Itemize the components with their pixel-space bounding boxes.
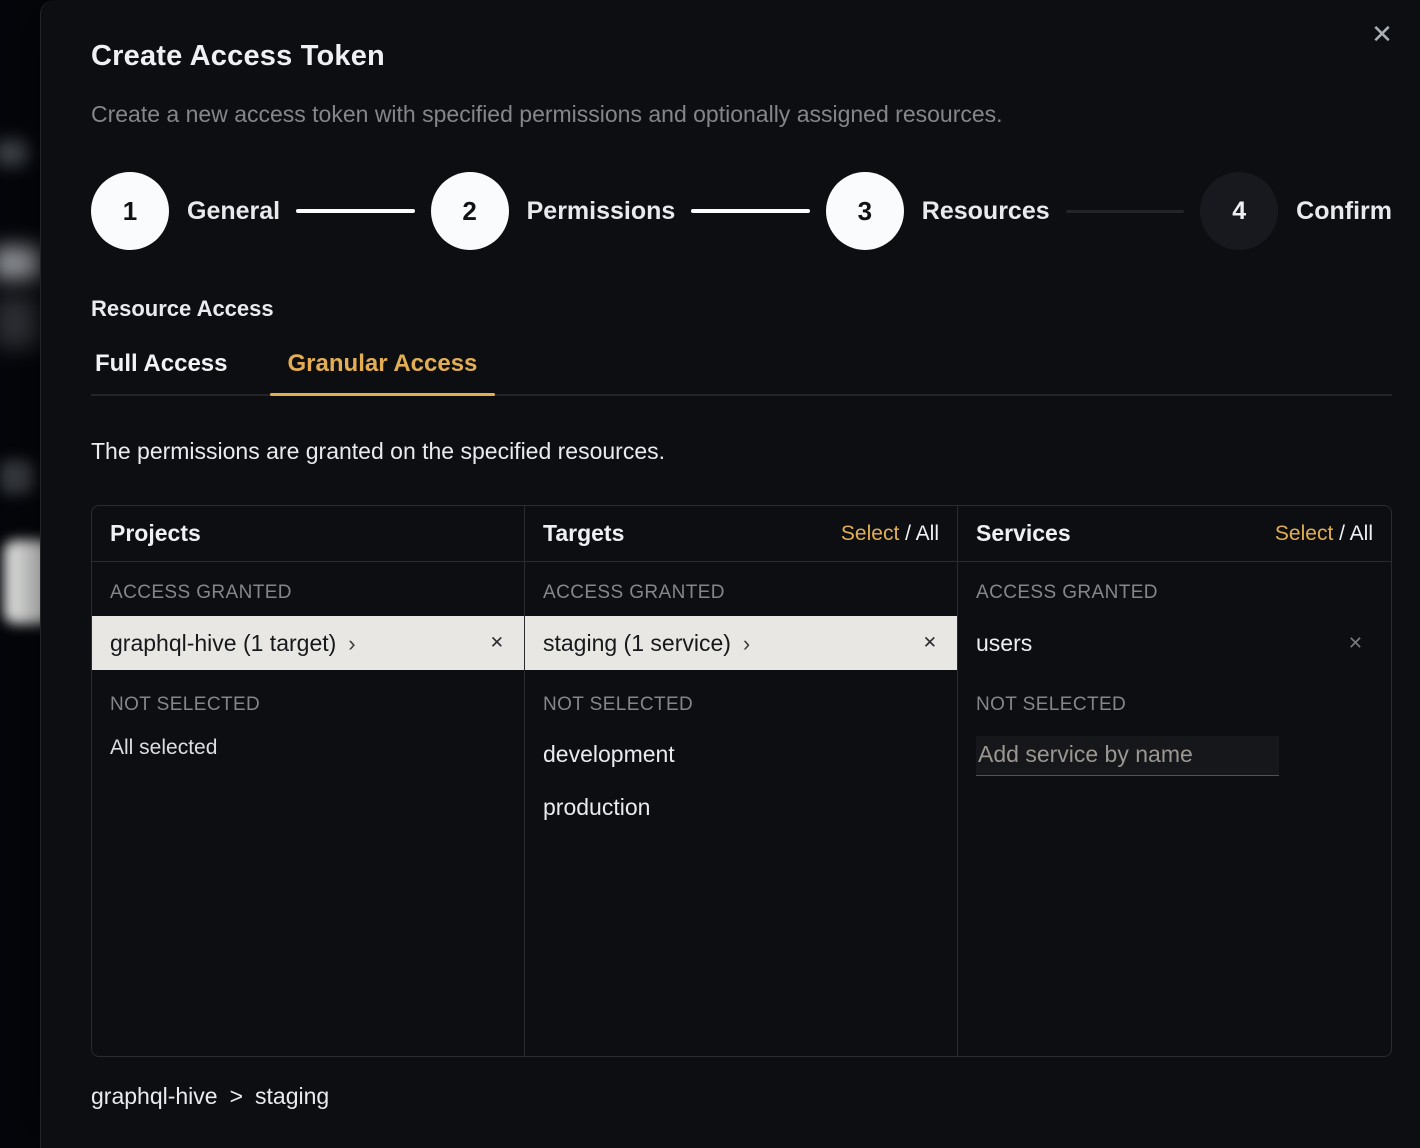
step-number-badge: 2: [431, 172, 509, 250]
not-selected-label: NOT SELECTED: [92, 670, 524, 728]
create-access-token-dialog: ✕ Create Access Token Create a new acces…: [40, 0, 1420, 1148]
targets-select-all: Select / All: [841, 522, 939, 546]
step-number-badge: 4: [1200, 172, 1278, 250]
column-title: Targets: [543, 520, 624, 547]
background-blur-text: [0, 246, 42, 280]
stepper-connector: [1066, 210, 1185, 213]
all-selected-note: All selected: [92, 728, 524, 768]
access-mode-tabs: Full Access Granular Access: [91, 350, 1392, 396]
step-label: Resources: [922, 197, 1050, 226]
step-number-badge: 1: [91, 172, 169, 250]
granted-project-name: graphql-hive (1 target): [110, 630, 336, 657]
add-service-input[interactable]: [976, 736, 1279, 776]
granular-access-description: The permissions are granted on the speci…: [91, 438, 1392, 465]
select-link[interactable]: Select: [841, 522, 899, 545]
step-label: General: [187, 197, 280, 226]
granted-service-row[interactable]: users ✕: [958, 616, 1391, 670]
services-select-all: Select / All: [1275, 522, 1373, 546]
resource-selection-table: Projects ACCESS GRANTED graphql-hive (1 …: [91, 505, 1392, 1057]
breadcrumb-separator-icon: >: [230, 1083, 243, 1110]
targets-column-header: Targets Select / All: [525, 506, 957, 562]
remove-target-icon[interactable]: ✕: [923, 633, 937, 653]
stepper-connector: [296, 209, 415, 213]
projects-column: Projects ACCESS GRANTED graphql-hive (1 …: [92, 506, 525, 1056]
step-label: Confirm: [1296, 197, 1392, 226]
targets-column: Targets Select / All ACCESS GRANTED stag…: [525, 506, 958, 1056]
breadcrumb-target: staging: [255, 1083, 329, 1110]
step-permissions[interactable]: 2 Permissions: [431, 172, 676, 250]
stepper-connector: [691, 209, 810, 213]
access-granted-label: ACCESS GRANTED: [92, 562, 524, 616]
projects-column-header: Projects: [92, 506, 524, 562]
access-granted-label: ACCESS GRANTED: [525, 562, 957, 616]
background-blur-icon: [0, 460, 34, 494]
select-divider: /: [899, 522, 915, 545]
resource-access-heading: Resource Access: [91, 296, 1392, 322]
step-confirm[interactable]: 4 Confirm: [1200, 172, 1392, 250]
remove-service-icon[interactable]: ✕: [1348, 633, 1363, 654]
tab-granular-access[interactable]: Granular Access: [284, 350, 482, 394]
granted-target-row[interactable]: staging (1 service) › ✕: [525, 616, 957, 670]
remove-project-icon[interactable]: ✕: [490, 633, 504, 653]
breadcrumb: graphql-hive > staging: [91, 1083, 1392, 1110]
step-label: Permissions: [527, 197, 676, 226]
step-resources[interactable]: 3 Resources: [826, 172, 1050, 250]
background-blur-shape: [0, 140, 28, 166]
wizard-stepper: 1 General 2 Permissions 3 Resources 4 Co…: [91, 172, 1392, 250]
granted-project-row[interactable]: graphql-hive (1 target) › ✕: [92, 616, 524, 670]
column-title: Projects: [110, 520, 201, 547]
breadcrumb-project: graphql-hive: [91, 1083, 218, 1110]
chevron-right-icon: ›: [348, 631, 355, 655]
target-option-production[interactable]: production: [525, 781, 957, 834]
access-granted-label: ACCESS GRANTED: [958, 562, 1391, 616]
step-number-badge: 3: [826, 172, 904, 250]
step-general[interactable]: 1 General: [91, 172, 280, 250]
dialog-title: Create Access Token: [91, 40, 1392, 73]
dialog-subtitle: Create a new access token with specified…: [91, 101, 1392, 128]
not-selected-label: NOT SELECTED: [958, 670, 1391, 728]
select-divider: /: [1333, 522, 1349, 545]
tab-full-access[interactable]: Full Access: [91, 350, 232, 394]
granted-target-name: staging (1 service): [543, 630, 731, 657]
all-link[interactable]: All: [1350, 522, 1373, 545]
target-option-development[interactable]: development: [525, 728, 957, 781]
services-column-header: Services Select / All: [958, 506, 1391, 562]
column-title: Services: [976, 520, 1071, 547]
select-link[interactable]: Select: [1275, 522, 1333, 545]
services-column: Services Select / All ACCESS GRANTED use…: [958, 506, 1391, 1056]
background-blur-text: [0, 296, 40, 348]
all-link[interactable]: All: [916, 522, 939, 545]
background-page: [0, 0, 40, 1148]
granted-service-name: users: [976, 630, 1032, 657]
chevron-right-icon: ›: [743, 631, 750, 655]
not-selected-label: NOT SELECTED: [525, 670, 957, 728]
